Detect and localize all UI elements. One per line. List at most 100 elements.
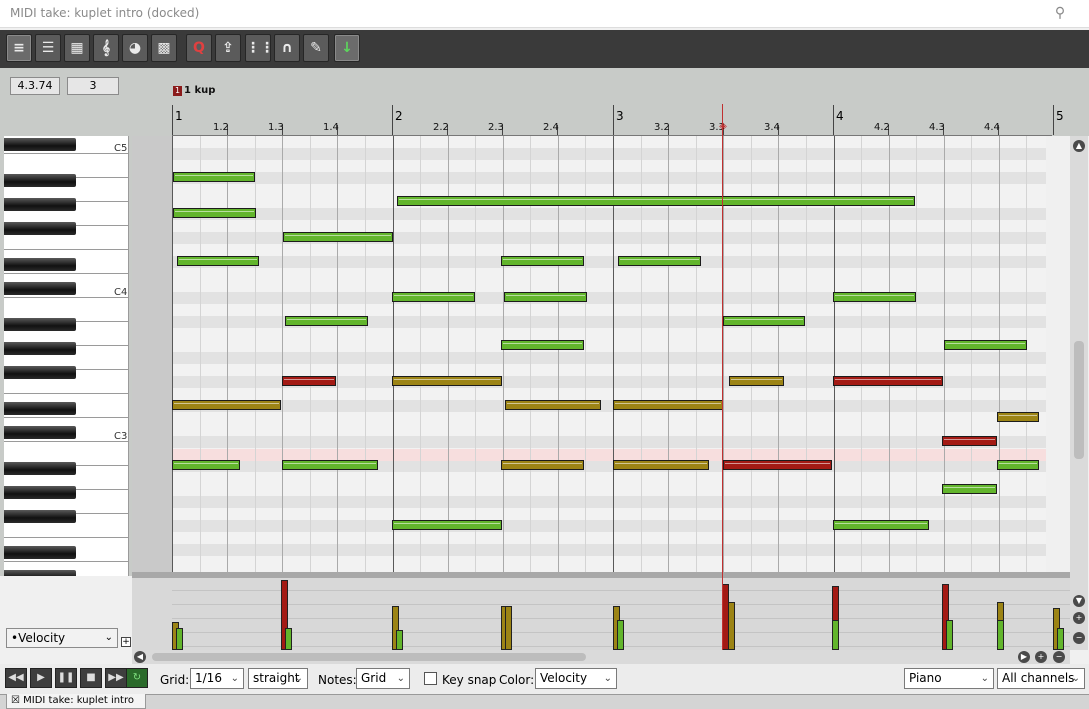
notes-select[interactable]: Grid ⌄ bbox=[356, 668, 410, 689]
velocity-bar[interactable] bbox=[505, 606, 512, 650]
midi-note[interactable] bbox=[942, 484, 997, 494]
midi-note[interactable] bbox=[282, 460, 378, 470]
midi-note[interactable] bbox=[285, 316, 368, 326]
midi-note[interactable] bbox=[729, 376, 784, 386]
midi-note[interactable] bbox=[392, 292, 475, 302]
color-select[interactable]: Velocity ⌄ bbox=[535, 668, 617, 689]
scroll-right-icon[interactable]: ▶ bbox=[1018, 651, 1030, 663]
velocity-bar[interactable] bbox=[617, 620, 624, 650]
velocity-bar[interactable] bbox=[728, 602, 735, 650]
position-readout[interactable]: 4.3.74 bbox=[10, 77, 60, 95]
velocity-bar[interactable] bbox=[176, 628, 183, 650]
midi-note[interactable] bbox=[282, 376, 336, 386]
instrument-select[interactable]: Piano ⌄ bbox=[904, 668, 994, 689]
channel-select[interactable]: All channels ⌄ bbox=[997, 668, 1085, 689]
piano-black-key[interactable] bbox=[4, 486, 76, 499]
velocity-bar[interactable] bbox=[832, 620, 839, 650]
velocity-bar[interactable] bbox=[1057, 628, 1064, 650]
playhead-marker-icon[interactable]: ◈ bbox=[713, 122, 733, 132]
piano-black-key[interactable] bbox=[4, 366, 76, 379]
horizontal-scrollbar[interactable]: ◀ ▶ + − bbox=[132, 650, 1070, 664]
piano-black-key[interactable] bbox=[4, 342, 76, 355]
stop-button[interactable]: ■ bbox=[80, 668, 102, 688]
horizontal-scroll-thumb[interactable] bbox=[152, 653, 586, 661]
velocity-bar[interactable] bbox=[285, 628, 292, 650]
velocity-bar[interactable] bbox=[946, 620, 953, 650]
insert-mode-button[interactable]: ↓ bbox=[334, 34, 360, 62]
piano-black-key[interactable] bbox=[4, 198, 76, 211]
note-grid[interactable] bbox=[172, 136, 1046, 572]
piano-keyboard[interactable]: C5 C4 C3 bbox=[0, 136, 132, 576]
midi-note[interactable] bbox=[833, 520, 929, 530]
midi-note[interactable] bbox=[944, 340, 1027, 350]
piano-black-key[interactable] bbox=[4, 222, 76, 235]
pin-icon[interactable]: ⚲ bbox=[1052, 5, 1068, 21]
midi-note[interactable] bbox=[501, 460, 584, 470]
midi-note[interactable] bbox=[723, 460, 832, 470]
snap-button[interactable]: ∩ bbox=[274, 34, 300, 62]
midi-note[interactable] bbox=[723, 316, 805, 326]
midi-note[interactable] bbox=[392, 376, 502, 386]
loop-button[interactable]: ↻ bbox=[126, 668, 148, 688]
midi-note[interactable] bbox=[177, 256, 259, 266]
midi-note[interactable] bbox=[397, 196, 915, 206]
piano-black-key[interactable] bbox=[4, 462, 76, 475]
piano-black-key[interactable] bbox=[4, 282, 76, 295]
scroll-down-icon[interactable]: ▼ bbox=[1073, 595, 1085, 607]
vertical-scroll-thumb[interactable] bbox=[1074, 341, 1084, 459]
midi-note[interactable] bbox=[173, 208, 256, 218]
midi-note[interactable] bbox=[833, 376, 943, 386]
midi-note[interactable] bbox=[613, 400, 723, 410]
piano-black-key[interactable] bbox=[4, 258, 76, 271]
piano-black-key[interactable] bbox=[4, 546, 76, 559]
add-lane-button[interactable]: + bbox=[121, 637, 131, 647]
piano-black-key[interactable] bbox=[4, 402, 76, 415]
color-notes-button[interactable]: ◕ bbox=[122, 34, 148, 62]
piano-black-key[interactable] bbox=[4, 138, 76, 151]
midi-note[interactable] bbox=[505, 400, 601, 410]
midi-note[interactable] bbox=[942, 436, 997, 446]
velocity-lane[interactable] bbox=[132, 578, 1070, 650]
named-notes-mode-button[interactable]: ☰ bbox=[35, 34, 61, 62]
notation-mode-button[interactable]: 𝄞 bbox=[93, 34, 119, 62]
scroll-up-icon[interactable]: ▲ bbox=[1073, 140, 1085, 152]
velocity-bar[interactable] bbox=[396, 630, 403, 650]
piano-black-key[interactable] bbox=[4, 174, 76, 187]
close-icon[interactable]: ☒ bbox=[11, 695, 23, 706]
midi-note[interactable] bbox=[997, 460, 1039, 470]
hzoom-out-icon[interactable]: − bbox=[1053, 651, 1065, 663]
midi-note[interactable] bbox=[501, 340, 584, 350]
vertical-scrollbar[interactable]: ▲ ▼ + − bbox=[1070, 136, 1088, 650]
midi-note[interactable] bbox=[283, 232, 393, 242]
cc-lane-select[interactable]: •Velocity ⌄ bbox=[6, 628, 118, 648]
tab-midi-take[interactable]: ☒ MIDI take: kuplet intro bbox=[6, 694, 146, 709]
event-list-mode-button[interactable]: ▦ bbox=[64, 34, 90, 62]
midi-note[interactable] bbox=[172, 460, 240, 470]
rewind-button[interactable]: ◀◀ bbox=[5, 668, 27, 688]
zoom-out-icon[interactable]: − bbox=[1073, 632, 1085, 644]
scroll-left-icon[interactable]: ◀ bbox=[134, 651, 146, 663]
piano-roll-mode-button[interactable]: ≡ bbox=[6, 34, 32, 62]
value-readout[interactable]: 3 bbox=[67, 77, 119, 95]
piano-black-key[interactable] bbox=[4, 318, 76, 331]
piano-black-key[interactable] bbox=[4, 570, 76, 576]
pause-button[interactable]: ❚❚ bbox=[55, 668, 77, 688]
play-button[interactable]: ▶ bbox=[30, 668, 52, 688]
key-snap-checkbox[interactable] bbox=[424, 672, 437, 685]
midi-note[interactable] bbox=[504, 292, 587, 302]
midi-note[interactable] bbox=[833, 292, 916, 302]
piano-black-key[interactable] bbox=[4, 426, 76, 439]
velocity-bar[interactable] bbox=[997, 620, 1004, 650]
midi-note[interactable] bbox=[172, 400, 281, 410]
midi-note[interactable] bbox=[618, 256, 701, 266]
midi-note[interactable] bbox=[501, 256, 584, 266]
hzoom-in-icon[interactable]: + bbox=[1035, 651, 1047, 663]
grid-select[interactable]: 1/16 ⌄ bbox=[190, 668, 244, 689]
piano-black-key[interactable] bbox=[4, 510, 76, 523]
note-color-palette-button[interactable]: ✎ bbox=[303, 34, 329, 62]
grid-type-select[interactable]: straight ⌄ bbox=[248, 668, 308, 689]
show-grid-button[interactable]: ⋮⋮ bbox=[245, 34, 271, 62]
midi-note[interactable] bbox=[392, 520, 502, 530]
timeline-ruler[interactable]: 1 2 3 4 5 1.2 1.3 1.4 2.2 2.3 2.4 3.2 3.3 3.4 4.2 4.3 4.… bbox=[172, 104, 1064, 136]
step-input-button[interactable]: ⇪ bbox=[215, 34, 241, 62]
